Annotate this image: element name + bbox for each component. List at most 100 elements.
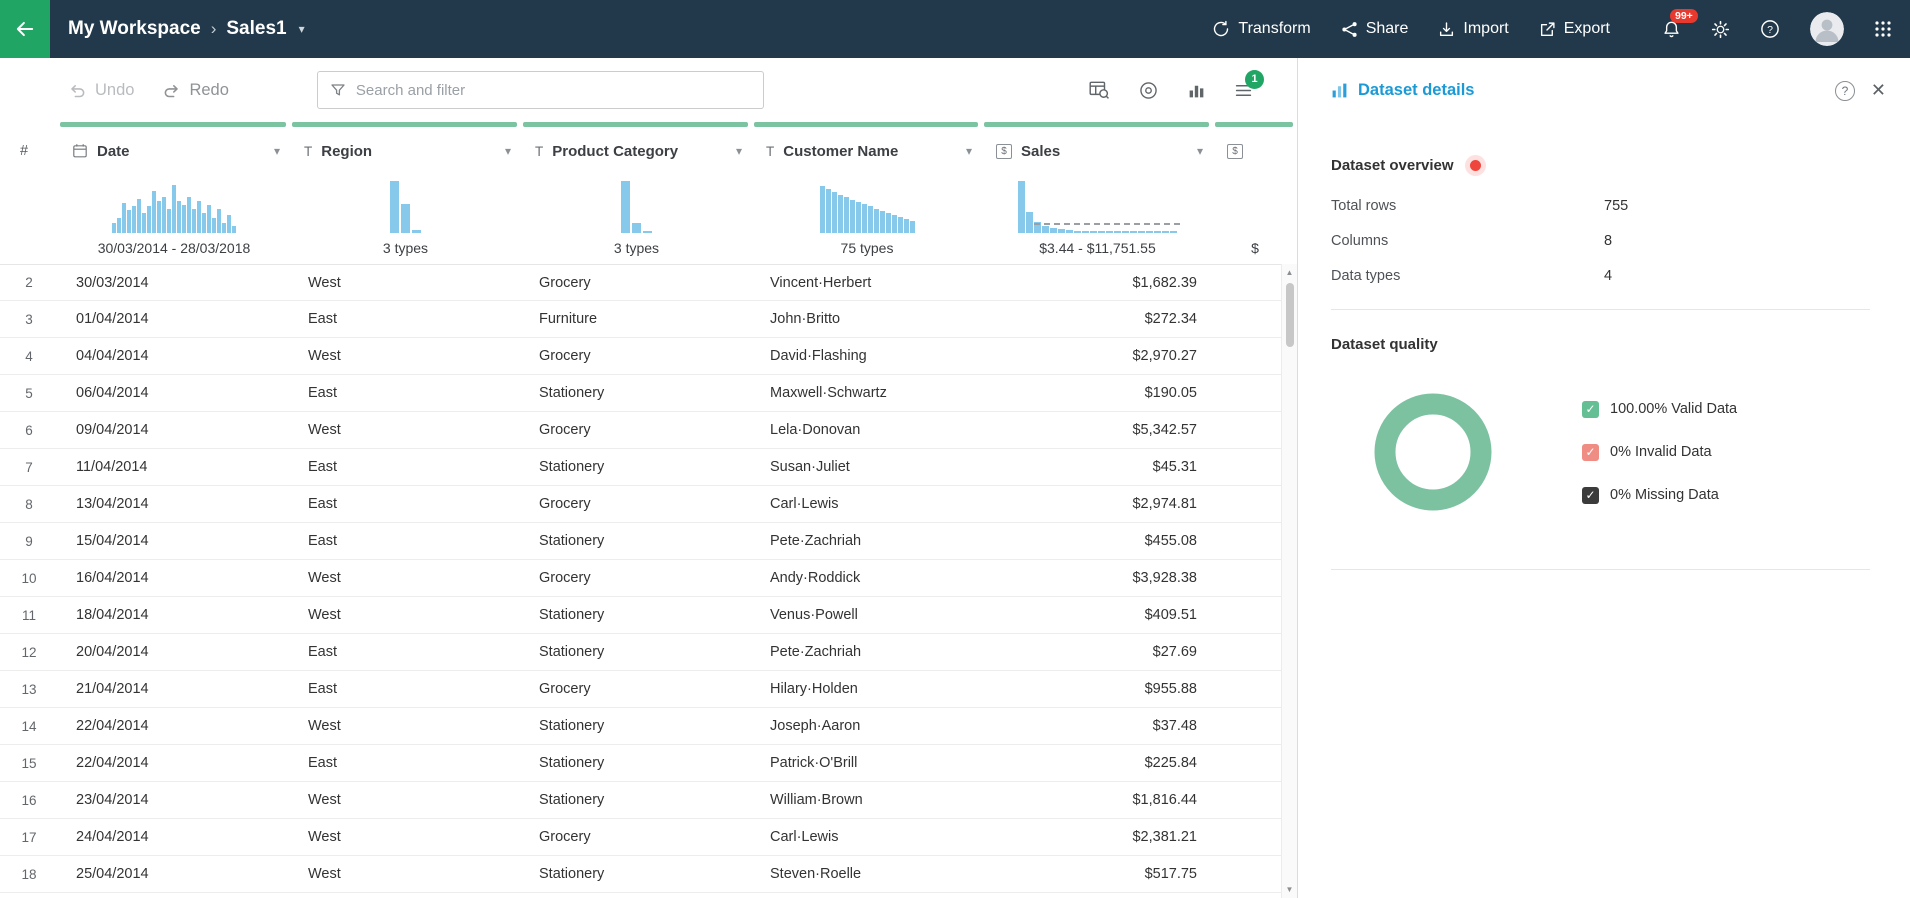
table-cell[interactable]: Furniture bbox=[521, 301, 752, 337]
transform-button[interactable]: Transform bbox=[1212, 20, 1311, 38]
table-cell[interactable]: East bbox=[290, 301, 521, 337]
table-cell[interactable]: 21/04/2014 bbox=[58, 671, 290, 707]
table-cell[interactable]: 22/04/2014 bbox=[58, 745, 290, 781]
table-cell[interactable]: West bbox=[290, 856, 521, 892]
share-button[interactable]: Share bbox=[1341, 20, 1408, 38]
table-row[interactable]: 18 25/04/2014 West Stationery Steven·Roelle $… bbox=[0, 856, 1297, 893]
table-cell[interactable]: 06/04/2014 bbox=[58, 375, 290, 411]
column-filter-caret-icon[interactable]: ▾ bbox=[274, 144, 280, 158]
table-cell[interactable]: Venus·Powell bbox=[752, 597, 982, 633]
pipeline-steps-button[interactable]: 1 bbox=[1234, 69, 1264, 100]
table-cell[interactable]: 15/04/2014 bbox=[58, 523, 290, 559]
table-cell[interactable]: $45.31 bbox=[982, 449, 1213, 485]
table-cell[interactable]: East bbox=[290, 486, 521, 522]
user-avatar[interactable] bbox=[1810, 12, 1844, 46]
scroll-down-icon[interactable]: ▼ bbox=[1286, 881, 1294, 898]
table-cell[interactable]: $455.08 bbox=[982, 523, 1213, 559]
table-cell[interactable]: $37.48 bbox=[982, 708, 1213, 744]
table-cell[interactable]: 30/03/2014 bbox=[58, 265, 290, 300]
table-cell[interactable]: Stationery bbox=[521, 745, 752, 781]
table-cell[interactable]: Lela·Donovan bbox=[752, 412, 982, 448]
column-histogram-partial[interactable]: $ bbox=[1213, 172, 1297, 264]
settings-button[interactable] bbox=[1711, 20, 1730, 39]
table-cell[interactable]: Grocery bbox=[521, 265, 752, 300]
notifications-button[interactable]: 99+ bbox=[1662, 8, 1698, 39]
back-button[interactable] bbox=[0, 0, 50, 58]
table-cell[interactable]: $1,816.44 bbox=[982, 782, 1213, 818]
table-cell[interactable]: Grocery bbox=[521, 560, 752, 596]
table-cell[interactable]: Hilary·Holden bbox=[752, 671, 982, 707]
table-cell[interactable]: 13/04/2014 bbox=[58, 486, 290, 522]
checkbox-icon[interactable]: ✓ bbox=[1582, 486, 1599, 504]
table-cell[interactable]: West bbox=[290, 412, 521, 448]
table-row[interactable]: 13 21/04/2014 East Grocery Hilary·Holden $955… bbox=[0, 671, 1297, 708]
table-row[interactable]: 4 04/04/2014 West Grocery David·Flashing $2,9… bbox=[0, 338, 1297, 375]
column-header-sales[interactable]: $ Sales ▾ bbox=[982, 122, 1213, 172]
dataset-name[interactable]: Sales1 bbox=[226, 18, 286, 40]
table-cell[interactable]: Vincent·Herbert bbox=[752, 265, 982, 300]
table-cell[interactable]: $225.84 bbox=[982, 745, 1213, 781]
column-header-region[interactable]: T Region ▾ bbox=[290, 122, 521, 172]
data-preview-button[interactable] bbox=[1088, 79, 1110, 101]
table-cell[interactable]: 11/04/2014 bbox=[58, 449, 290, 485]
table-cell[interactable]: West bbox=[290, 782, 521, 818]
table-cell[interactable]: 25/04/2014 bbox=[58, 856, 290, 892]
table-cell[interactable]: $517.75 bbox=[982, 856, 1213, 892]
table-cell[interactable]: Stationery bbox=[521, 708, 752, 744]
table-cell[interactable]: $409.51 bbox=[982, 597, 1213, 633]
export-button[interactable]: Export bbox=[1539, 20, 1610, 38]
table-row[interactable]: 8 13/04/2014 East Grocery Carl·Lewis $2,974.8… bbox=[0, 486, 1297, 523]
column-histogram-product-category[interactable]: 3 types bbox=[521, 172, 752, 264]
table-row[interactable]: 15 22/04/2014 East Stationery Patrick·O'Bril… bbox=[0, 745, 1297, 782]
column-header-partial[interactable]: $ bbox=[1213, 122, 1297, 172]
table-cell[interactable]: West bbox=[290, 597, 521, 633]
table-cell[interactable]: East bbox=[290, 375, 521, 411]
column-header-date[interactable]: Date ▾ bbox=[58, 122, 290, 172]
table-cell[interactable]: $272.34 bbox=[982, 301, 1213, 337]
table-cell[interactable]: Steven·Roelle bbox=[752, 856, 982, 892]
checkbox-icon[interactable]: ✓ bbox=[1582, 400, 1599, 418]
table-cell[interactable]: East bbox=[290, 634, 521, 670]
table-row[interactable]: 6 09/04/2014 West Grocery Lela·Donovan $5,342… bbox=[0, 412, 1297, 449]
table-cell[interactable]: 22/04/2014 bbox=[58, 708, 290, 744]
table-row[interactable]: 17 24/04/2014 West Grocery Carl·Lewis $2,381.… bbox=[0, 819, 1297, 856]
table-cell[interactable]: $3,928.38 bbox=[982, 560, 1213, 596]
table-cell[interactable]: Stationery bbox=[521, 449, 752, 485]
redo-button[interactable]: Redo bbox=[162, 81, 229, 100]
table-cell[interactable]: Susan·Juliet bbox=[752, 449, 982, 485]
table-row[interactable]: 7 11/04/2014 East Stationery Susan·Juliet $45… bbox=[0, 449, 1297, 486]
column-header-product-category[interactable]: T Product Category ▾ bbox=[521, 122, 752, 172]
table-cell[interactable]: Grocery bbox=[521, 819, 752, 855]
column-histogram-sales[interactable]: $3.44 - $11,751.55 bbox=[982, 172, 1213, 264]
column-histogram-customer-name[interactable]: 75 types bbox=[752, 172, 982, 264]
column-filter-caret-icon[interactable]: ▾ bbox=[966, 144, 972, 158]
table-cell[interactable]: Carl·Lewis bbox=[752, 819, 982, 855]
table-cell[interactable]: Pete·Zachriah bbox=[752, 634, 982, 670]
help-button[interactable]: ? bbox=[1760, 19, 1780, 39]
column-histogram-date[interactable]: 30/03/2014 - 28/03/2018 bbox=[58, 172, 290, 264]
table-cell[interactable]: East bbox=[290, 745, 521, 781]
table-cell[interactable]: $190.05 bbox=[982, 375, 1213, 411]
checkbox-icon[interactable]: ✓ bbox=[1582, 443, 1599, 461]
table-row[interactable]: 9 15/04/2014 East Stationery Pete·Zachriah $4… bbox=[0, 523, 1297, 560]
table-cell[interactable]: John·Britto bbox=[752, 301, 982, 337]
table-row[interactable]: 5 06/04/2014 East Stationery Maxwell·Schwart… bbox=[0, 375, 1297, 412]
scroll-up-icon[interactable]: ▲ bbox=[1286, 264, 1294, 281]
table-cell[interactable]: Joseph·Aaron bbox=[752, 708, 982, 744]
table-row[interactable]: 16 23/04/2014 West Stationery William·Brown $… bbox=[0, 782, 1297, 819]
table-cell[interactable]: Pete·Zachriah bbox=[752, 523, 982, 559]
column-filter-caret-icon[interactable]: ▾ bbox=[1197, 144, 1203, 158]
table-cell[interactable]: David·Flashing bbox=[752, 338, 982, 374]
table-cell[interactable]: Stationery bbox=[521, 856, 752, 892]
table-cell[interactable]: East bbox=[290, 449, 521, 485]
table-cell[interactable]: $2,974.81 bbox=[982, 486, 1213, 522]
scrollbar-thumb[interactable] bbox=[1285, 283, 1294, 347]
table-cell[interactable]: East bbox=[290, 523, 521, 559]
undo-button[interactable]: Undo bbox=[68, 81, 134, 100]
dataset-menu-caret-icon[interactable]: ▾ bbox=[299, 22, 305, 36]
table-cell[interactable]: Stationery bbox=[521, 782, 752, 818]
search-input[interactable] bbox=[355, 81, 751, 99]
table-cell[interactable]: Stationery bbox=[521, 375, 752, 411]
table-cell[interactable]: West bbox=[290, 265, 521, 300]
table-cell[interactable]: 20/04/2014 bbox=[58, 634, 290, 670]
